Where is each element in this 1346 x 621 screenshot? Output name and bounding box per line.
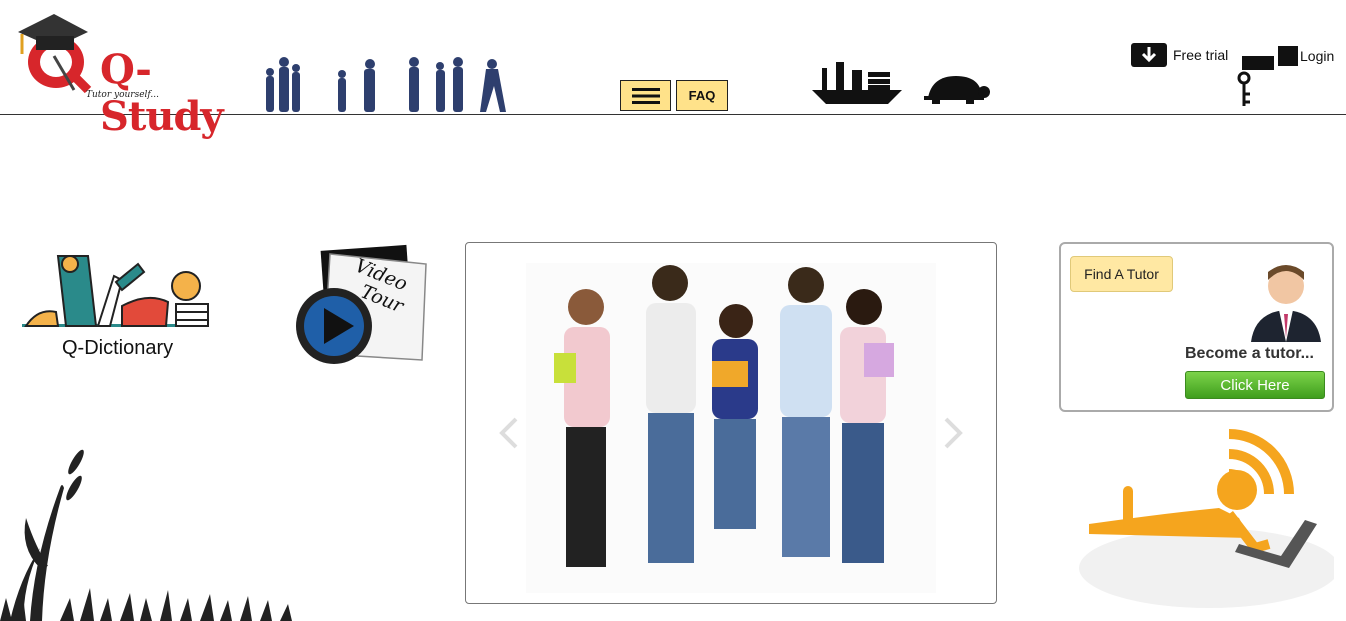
hamburger-icon (631, 87, 660, 104)
become-tutor-text: Become a tutor... (1185, 345, 1314, 362)
click-here-button[interactable]: Click Here (1185, 371, 1325, 399)
carousel-next-icon[interactable] (942, 413, 966, 453)
free-trial-label: Free trial (1173, 47, 1229, 63)
find-tutor-button[interactable]: Find A Tutor (1070, 256, 1173, 292)
grass-silhouette-image (0, 449, 292, 621)
download-icon (1131, 43, 1167, 67)
free-trial-link[interactable]: Free trial (1131, 43, 1228, 67)
school-supplies-boat-icon[interactable] (808, 58, 906, 106)
qstudy-logo[interactable]: Q-Study Tutor yourself... (14, 10, 234, 140)
people-silhouettes-image (266, 57, 506, 112)
hamburger-menu-button[interactable] (620, 80, 671, 111)
site-header: Q-Study Tutor yourself... FAQ Free trial… (0, 0, 1346, 140)
graduation-cap-icon (18, 14, 92, 94)
q-dictionary-label: Q-Dictionary (62, 337, 174, 359)
tutor-photo (1247, 258, 1325, 342)
key-icon (1237, 46, 1298, 106)
image-carousel[interactable] (465, 242, 997, 604)
video-tour-widget[interactable]: Video Tour (294, 244, 434, 370)
tutor-card: Find A Tutor Become a tutor... Click Her… (1059, 242, 1334, 412)
faq-button[interactable]: FAQ (676, 80, 728, 111)
reading-person-icon (22, 255, 209, 327)
carousel-prev-icon[interactable] (496, 413, 520, 453)
q-dictionary-widget[interactable]: Q-Dictionary (18, 246, 218, 366)
login-label: Login (1300, 48, 1335, 64)
logo-tagline: Tutor yourself... (86, 90, 160, 100)
students-photo (526, 263, 936, 593)
wifi-person-laptop-image (1079, 429, 1334, 608)
login-link[interactable]: Login (1234, 44, 1342, 108)
turtle-icon[interactable] (922, 72, 992, 106)
